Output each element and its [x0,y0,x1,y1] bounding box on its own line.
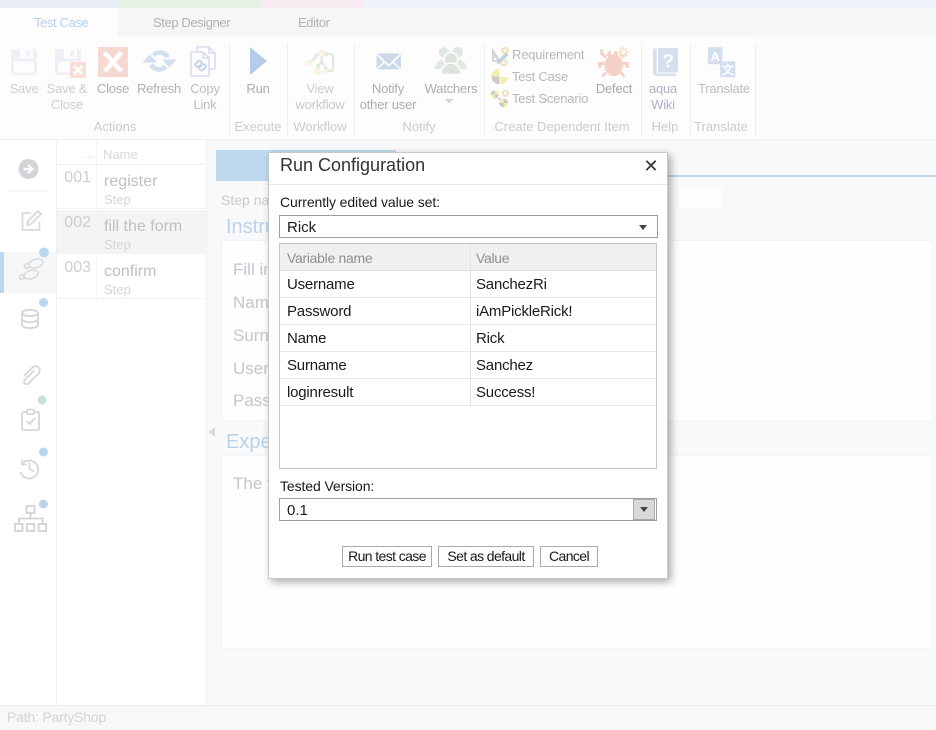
svg-text:A: A [711,49,721,64]
svg-text:?: ? [662,52,674,73]
svg-text:文: 文 [722,62,735,77]
